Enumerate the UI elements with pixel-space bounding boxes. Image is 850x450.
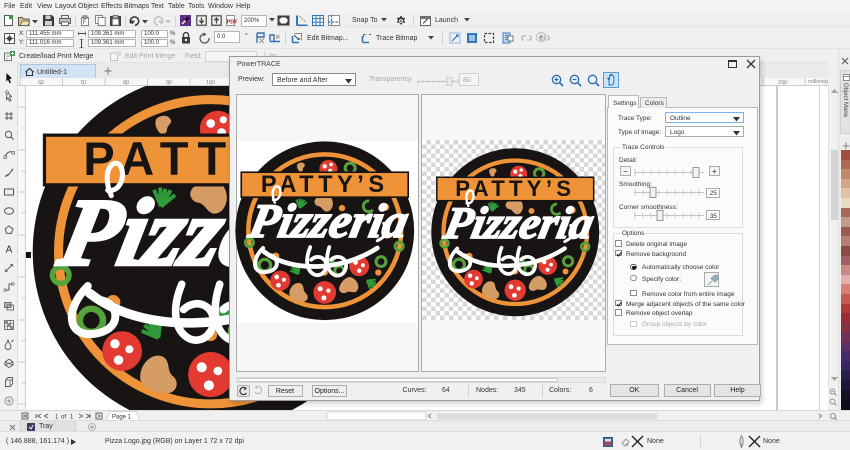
svg-text:90: 90 bbox=[166, 80, 172, 86]
svg-text:70: 70 bbox=[80, 80, 86, 86]
svg-text:80: 80 bbox=[123, 80, 129, 86]
svg-text:200: 200 bbox=[778, 80, 787, 86]
svg-text:PDF: PDF bbox=[227, 20, 237, 26]
svg-text:A: A bbox=[6, 245, 13, 256]
svg-text:100: 100 bbox=[206, 80, 215, 86]
svg-text:60: 60 bbox=[38, 80, 44, 86]
svg-text:F: F bbox=[83, 20, 87, 26]
